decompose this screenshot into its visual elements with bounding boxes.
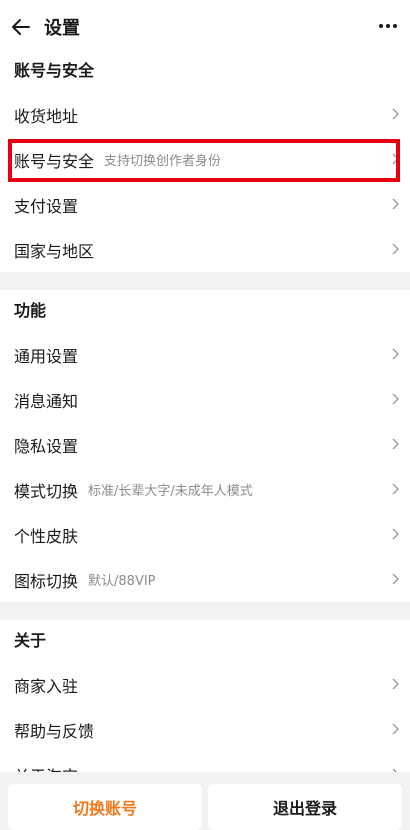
- row-mode-switch[interactable]: 模式切换 标准/长辈大字/未成年人模式: [0, 467, 410, 512]
- chevron-right-icon: [392, 348, 399, 360]
- row-merchant-entry[interactable]: 商家入驻: [0, 662, 410, 707]
- section-title: 账号与安全: [14, 61, 95, 80]
- row-payment-settings[interactable]: 支付设置: [0, 182, 410, 227]
- chevron-right-icon: [392, 243, 399, 255]
- more-options-icon[interactable]: [374, 14, 402, 38]
- row-country-region[interactable]: 国家与地区: [0, 227, 410, 272]
- row-message-notifications[interactable]: 消息通知: [0, 377, 410, 422]
- section-about: 关于 商家入驻 帮助与反馈 关于淘宝: [0, 620, 410, 780]
- back-arrow-icon[interactable]: [10, 16, 32, 38]
- row-label: 通用设置: [14, 346, 79, 366]
- row-general-settings[interactable]: 通用设置: [0, 332, 410, 377]
- row-account-security[interactable]: 账号与安全 支持切换创作者身份: [0, 137, 410, 182]
- row-label: 图标切换: [14, 571, 79, 591]
- section-account-security: 账号与安全 收货地址 账号与安全 支持切换创作者身份 支付设置 国家与地区: [0, 50, 410, 272]
- chevron-right-icon: [392, 198, 399, 210]
- row-icon-switch[interactable]: 图标切换 默认/88VIP: [0, 557, 410, 602]
- row-label: 隐私设置: [14, 436, 79, 456]
- row-label: 账号与安全: [14, 151, 95, 171]
- section-title: 功能: [14, 301, 47, 320]
- chevron-right-icon: [392, 678, 399, 690]
- chevron-right-icon: [392, 153, 399, 165]
- row-label: 支付设置: [14, 196, 79, 216]
- logout-button[interactable]: 退出登录: [208, 784, 402, 830]
- row-label: 模式切换: [14, 481, 79, 501]
- row-subtitle: 标准/长辈大字/未成年人模式: [88, 484, 253, 499]
- bottom-action-bar: 切换账号 退出登录: [0, 772, 410, 830]
- row-skins[interactable]: 个性皮肤: [0, 512, 410, 557]
- row-label: 个性皮肤: [14, 526, 79, 546]
- row-label: 国家与地区: [14, 241, 95, 261]
- row-label: 帮助与反馈: [14, 721, 95, 741]
- chevron-right-icon: [392, 573, 399, 585]
- page-title: 设置: [44, 18, 80, 39]
- top-bar: 设置: [0, 0, 410, 56]
- row-help-feedback[interactable]: 帮助与反馈: [0, 707, 410, 752]
- row-privacy-settings[interactable]: 隐私设置: [0, 422, 410, 467]
- chevron-right-icon: [392, 438, 399, 450]
- row-label: 商家入驻: [14, 676, 79, 696]
- switch-account-button[interactable]: 切换账号: [8, 784, 202, 830]
- row-shipping-address[interactable]: 收货地址: [0, 92, 410, 137]
- chevron-right-icon: [392, 108, 399, 120]
- row-label: 消息通知: [14, 391, 79, 411]
- section-title: 关于: [14, 631, 47, 650]
- row-subtitle: 支持切换创作者身份: [104, 154, 222, 169]
- row-label: 收货地址: [14, 106, 79, 126]
- chevron-right-icon: [392, 483, 399, 495]
- row-subtitle: 默认/88VIP: [88, 574, 156, 589]
- chevron-right-icon: [392, 723, 399, 735]
- chevron-right-icon: [392, 393, 399, 405]
- chevron-right-icon: [392, 528, 399, 540]
- section-features: 功能 通用设置 消息通知 隐私设置 模式切换 标准/长辈大字/未成年人模式 个性…: [0, 290, 410, 602]
